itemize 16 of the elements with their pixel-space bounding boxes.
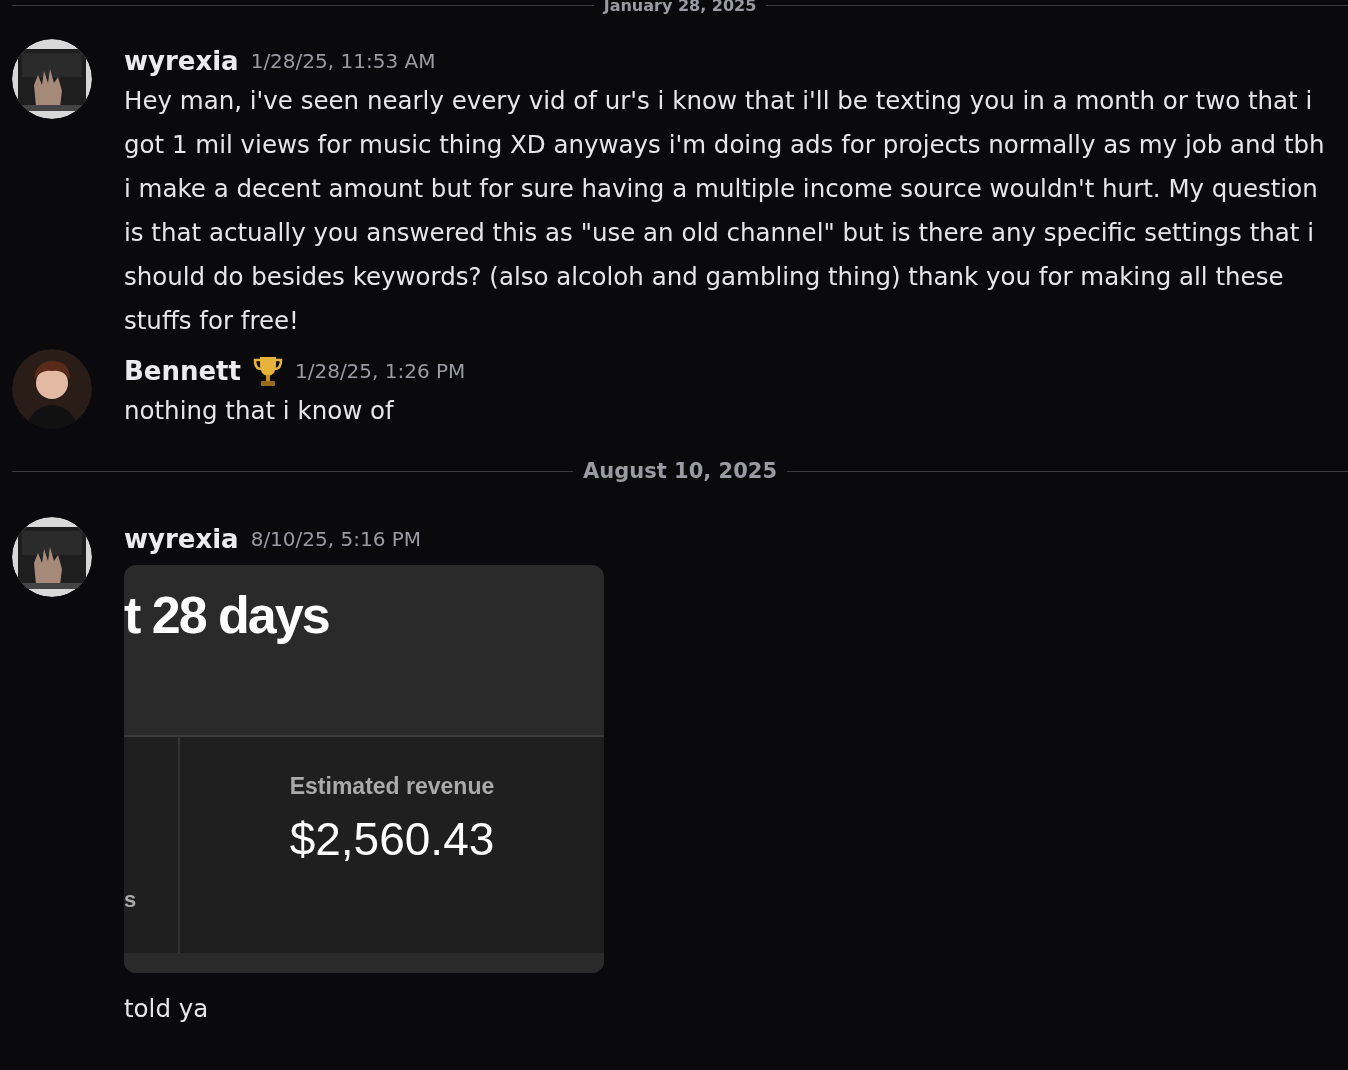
metric-label: s	[124, 887, 137, 913]
username[interactable]: Bennett	[124, 356, 241, 386]
timestamp: 1/28/25, 11:53 AM	[250, 49, 436, 73]
message-text: Hey man, i've seen nearly every vid of ur's i know that i'll be texting you in a month or two that i got 1 mil views for music thing XD anyways i'm doing ads for projects normally as my job and tbh i make a decent amount but for sure having a multiple income source wouldn't hurt. My question is that actually you answered this as "use an old channel" but is there any specific settings that i should do besides keywords? (also alcoloh and gambling thing) thank you for making all these stuffs for free!	[124, 85, 1326, 337]
timestamp: 8/10/25, 5:16 PM	[250, 527, 422, 551]
username[interactable]: wyrexia	[124, 46, 239, 76]
image-attachment[interactable]: t 28 days s Estimated revenue $2,560.43	[124, 565, 604, 973]
timestamp: 1/28/25, 1:26 PM	[294, 359, 466, 383]
metric-label: Estimated revenue	[289, 773, 495, 800]
message-text: told ya	[124, 993, 210, 1025]
trophy-icon	[252, 355, 283, 387]
message-text: nothing that i know of	[124, 395, 395, 427]
metric-value: $2,560.43	[289, 812, 495, 866]
username[interactable]: wyrexia	[124, 524, 239, 554]
period-heading: t 28 days	[124, 585, 329, 645]
date-divider: August 10, 2025	[583, 459, 777, 483]
